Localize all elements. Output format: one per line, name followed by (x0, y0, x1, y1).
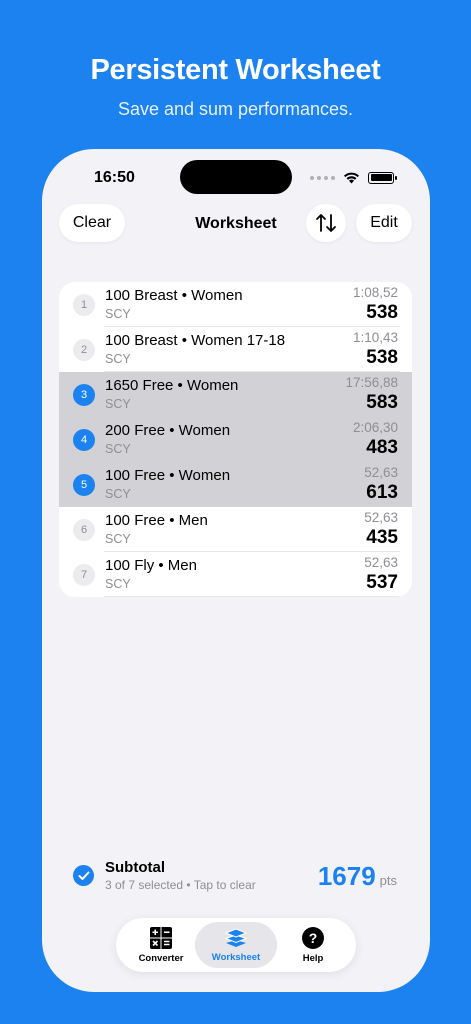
row-points: 538 (366, 347, 398, 368)
tab-bar: Converter Worksheet ? Help (116, 918, 356, 972)
subtotal-title: Subtotal (105, 859, 165, 876)
row-points: 613 (366, 482, 398, 503)
subtotal-points: 1679 (317, 861, 376, 891)
list-item[interactable]: 4 200 Free • Women SCY 2:06,30 483 (59, 417, 412, 462)
row-points: 483 (366, 437, 398, 458)
edit-button[interactable]: Edit (356, 204, 412, 242)
row-course: SCY (105, 532, 131, 546)
sort-arrows-icon (316, 214, 336, 232)
subtotal-value: 1679 pts (318, 861, 397, 892)
row-points: 583 (366, 392, 398, 413)
row-number-badge: 3 (73, 384, 95, 406)
list-item[interactable]: 2 100 Breast • Women 17-18 SCY 1:10,43 538 (59, 327, 412, 372)
row-course: SCY (105, 307, 131, 321)
row-event: 100 Breast • Women (105, 287, 243, 304)
row-course: SCY (105, 487, 131, 501)
list-item[interactable]: 6 100 Free • Men SCY 52,63 435 (59, 507, 412, 552)
row-course: SCY (105, 577, 131, 591)
subtotal-detail[interactable]: 3 of 7 selected • Tap to clear (105, 878, 256, 892)
list-item[interactable]: 7 100 Fly • Men SCY 52,63 537 (59, 552, 412, 597)
row-number-badge: 4 (73, 429, 95, 451)
row-event: 100 Fly • Men (105, 557, 197, 574)
stack-icon (224, 927, 248, 947)
row-time: 1:08,52 (352, 285, 398, 300)
promo-headline: Persistent Worksheet (90, 54, 381, 86)
row-event: 100 Free • Women (105, 467, 231, 484)
status-time: 16:50 (94, 169, 135, 186)
list-item[interactable]: 1 100 Breast • Women SCY 1:08,52 538 (59, 282, 412, 327)
status-icons (310, 171, 397, 184)
row-event: 100 Breast • Women 17-18 (105, 332, 286, 349)
row-time: 17:56,88 (345, 375, 398, 390)
row-time: 52,63 (364, 465, 398, 480)
row-event: 100 Free • Men (105, 512, 208, 529)
row-course: SCY (105, 397, 131, 411)
row-points: 538 (366, 302, 398, 323)
calculator-icon (150, 926, 172, 949)
row-time: 52,63 (364, 555, 398, 570)
tab-worksheet[interactable]: Worksheet (195, 922, 277, 968)
row-time: 1:10,43 (352, 330, 398, 345)
dynamic-island (180, 160, 292, 194)
row-event: 200 Free • Women (105, 422, 231, 439)
list-item[interactable]: 3 1650 Free • Women SCY 17:56,88 583 (59, 372, 412, 417)
row-divider (104, 596, 400, 597)
phone-screen: 16:50 Clear Worksheet Edit 1 100 Breast •… (42, 149, 430, 992)
row-number-badge: 6 (73, 519, 95, 541)
row-event: 1650 Free • Women (105, 377, 239, 394)
question-icon: ? (302, 926, 324, 949)
tab-help-label: Help (302, 952, 324, 964)
tab-help[interactable]: ? Help (272, 922, 354, 968)
worksheet-list: 1 100 Breast • Women SCY 1:08,52 538 2 100 Bre… (59, 282, 412, 597)
row-course: SCY (105, 442, 131, 456)
row-number-badge: 5 (73, 474, 95, 496)
row-number-badge: 1 (73, 294, 95, 316)
tab-converter[interactable]: Converter (120, 922, 202, 968)
row-time: 52,63 (364, 510, 398, 525)
row-time: 2:06,30 (352, 420, 398, 435)
tab-worksheet-label: Worksheet (211, 951, 261, 963)
subtotal-unit: pts (379, 873, 397, 888)
battery-icon (368, 171, 397, 184)
sort-button[interactable] (306, 204, 346, 242)
wifi-icon (344, 172, 359, 184)
checkmark-icon[interactable] (73, 865, 94, 886)
row-number-badge: 7 (73, 564, 95, 586)
tab-converter-label: Converter (138, 952, 184, 964)
row-course: SCY (105, 352, 131, 366)
row-points: 435 (366, 527, 398, 548)
list-item[interactable]: 5 100 Free • Women SCY 52,63 613 (59, 462, 412, 507)
promo-subhead: Save and sum performances. (117, 99, 354, 119)
row-number-badge: 2 (73, 339, 95, 361)
svg-text:?: ? (309, 930, 318, 946)
signal-icon (310, 175, 335, 180)
row-points: 537 (366, 572, 398, 593)
